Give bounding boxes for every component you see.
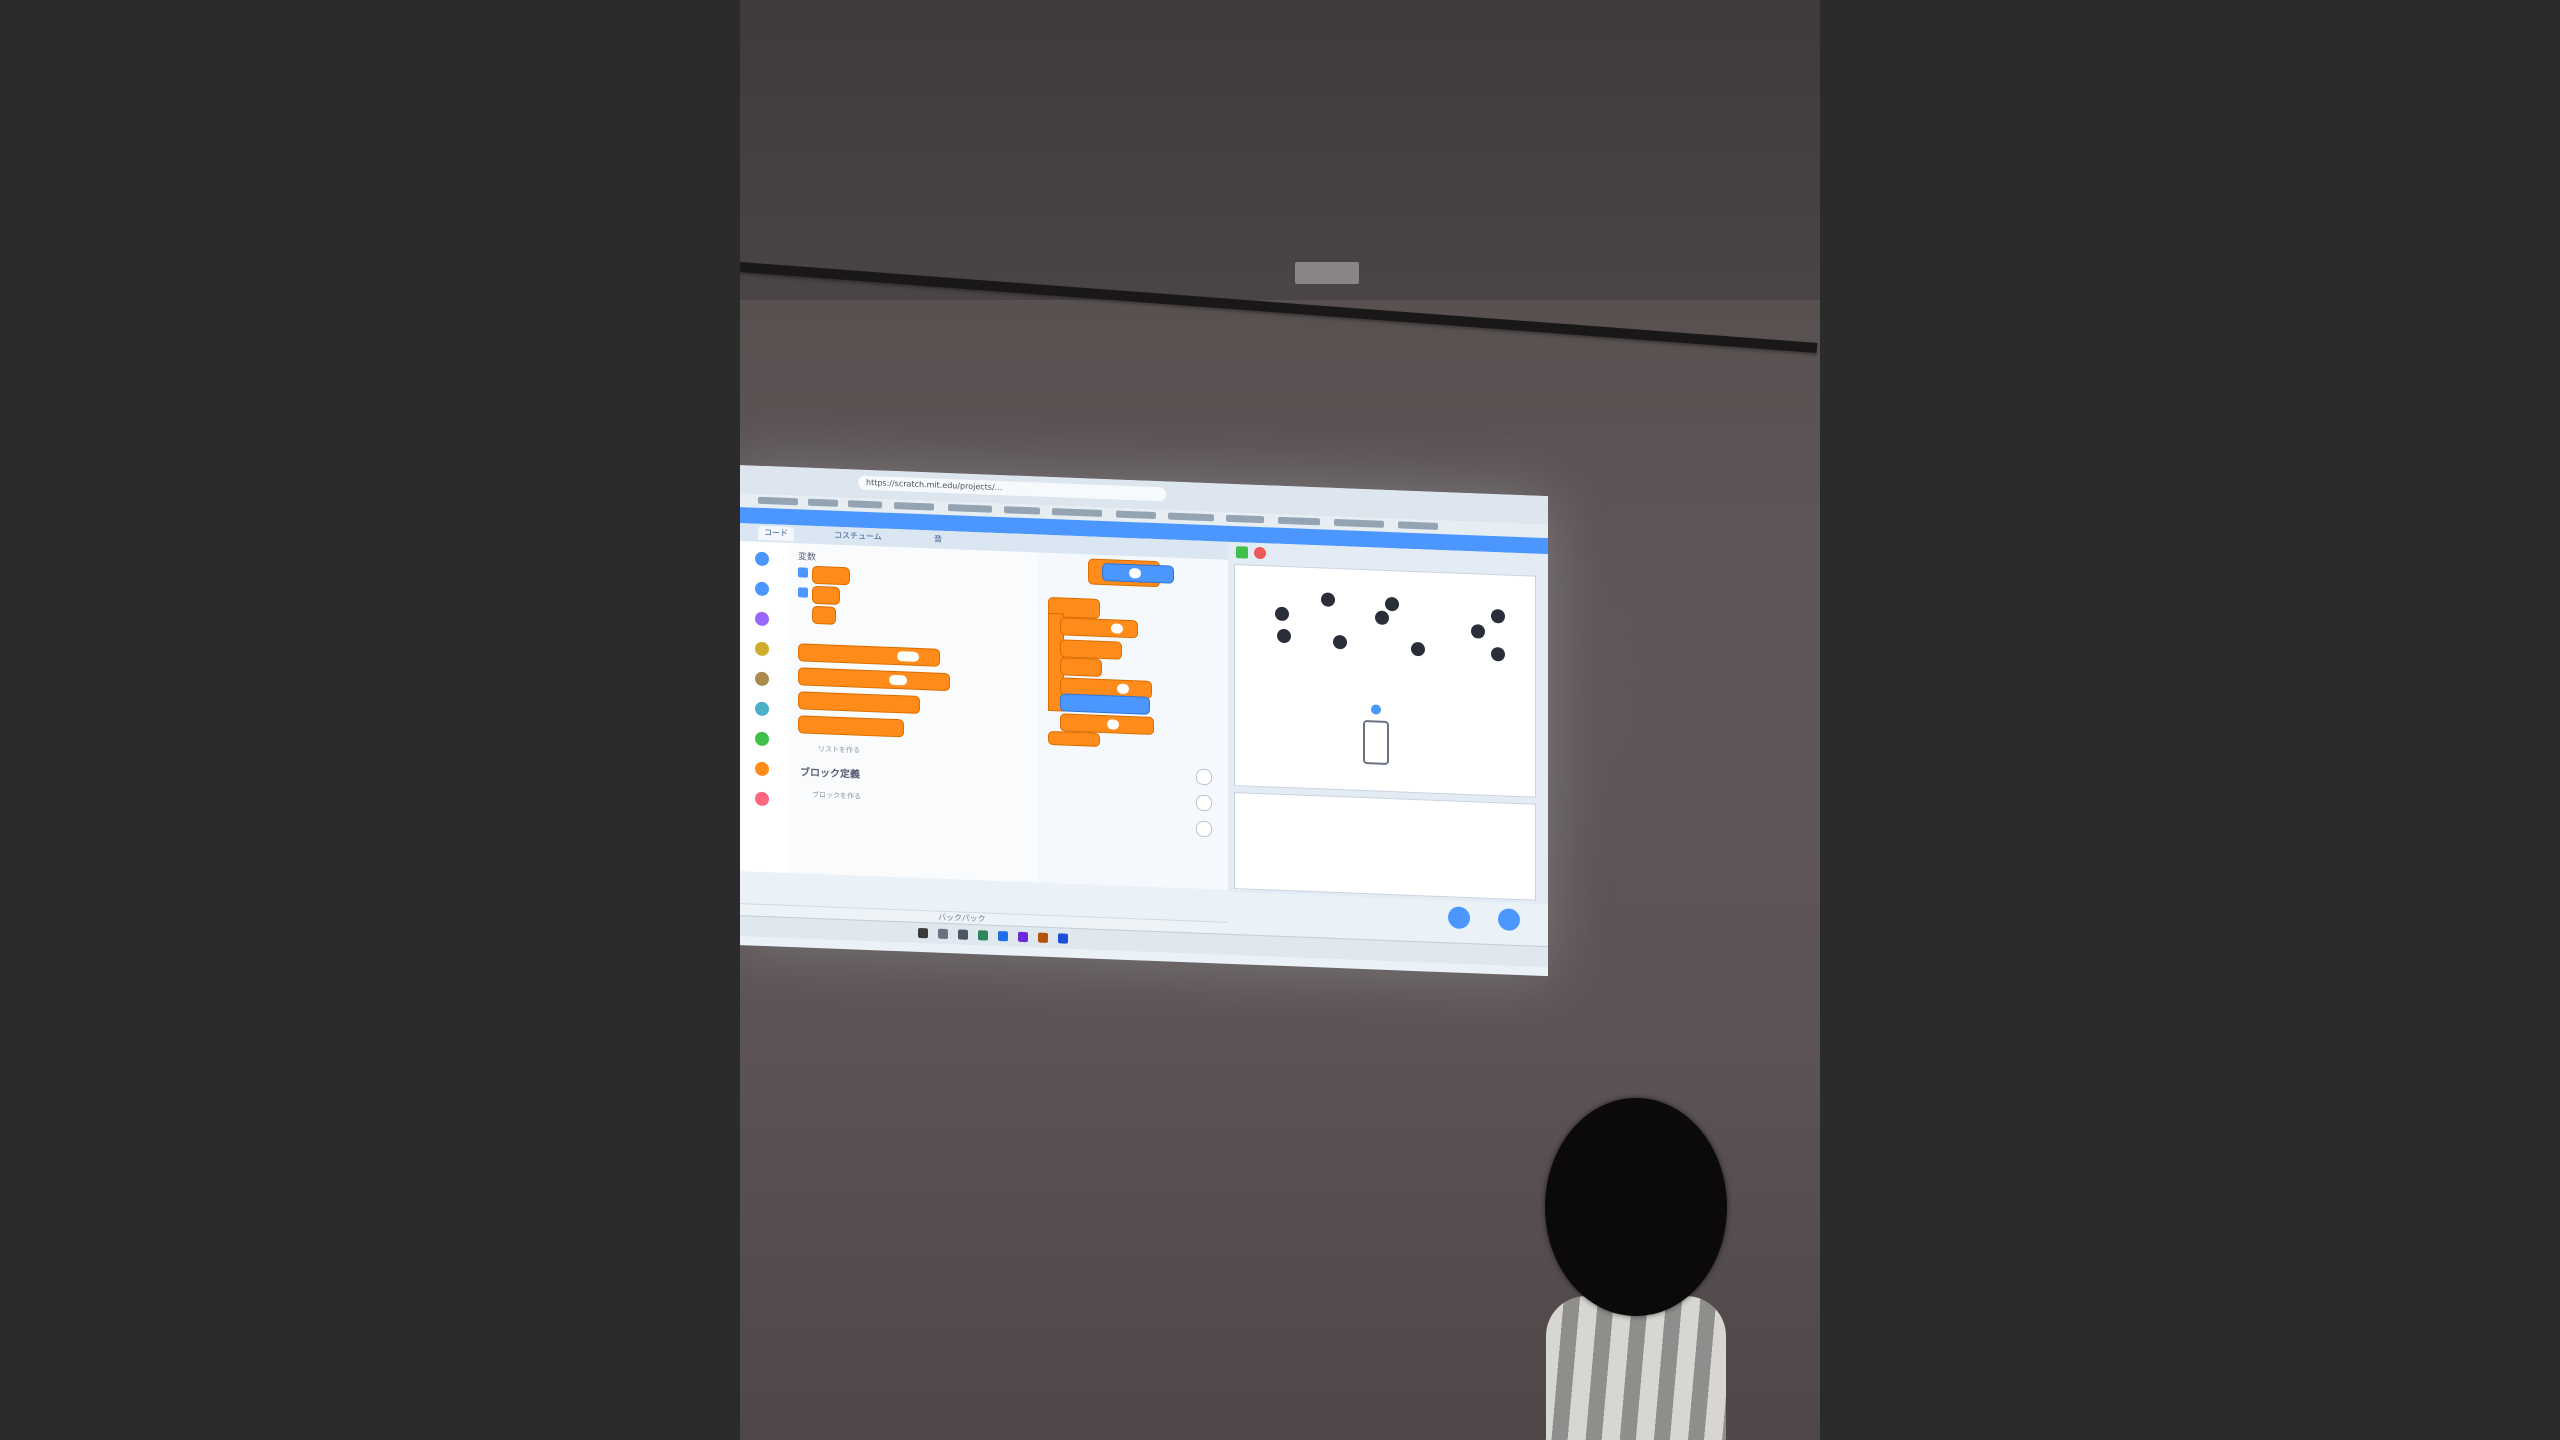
script-block[interactable] [1060, 657, 1102, 677]
zoom-out-icon[interactable] [1196, 794, 1212, 812]
zoom-reset-icon[interactable] [1196, 820, 1212, 838]
category-control[interactable] [755, 671, 769, 687]
stage-area [1228, 541, 1548, 905]
category-operators[interactable] [755, 731, 769, 747]
category-column [740, 541, 789, 873]
category-motion[interactable] [755, 551, 769, 567]
tab-code[interactable]: コード [758, 525, 794, 542]
make-list-button[interactable]: リストを作る [818, 744, 860, 756]
variable-checkbox[interactable] [798, 587, 808, 598]
player-sprite[interactable] [1363, 720, 1389, 766]
category-looks[interactable] [755, 581, 769, 597]
show-variable-block[interactable] [798, 691, 920, 714]
category-sound[interactable] [755, 611, 769, 627]
ball-sprite[interactable] [1375, 610, 1389, 626]
small-sprite[interactable] [1371, 704, 1381, 715]
category-events[interactable] [755, 641, 769, 657]
app-icon[interactable] [978, 930, 988, 941]
script-block[interactable] [1060, 617, 1138, 639]
ball-sprite[interactable] [1491, 646, 1505, 662]
ball-sprite[interactable] [1471, 624, 1485, 639]
app-icon[interactable] [1018, 931, 1028, 943]
variable-checkbox[interactable] [798, 567, 808, 578]
category-my-blocks[interactable] [755, 791, 769, 807]
stop-icon[interactable] [1254, 546, 1266, 560]
add-backdrop-icon[interactable] [1498, 908, 1520, 932]
category-sensing[interactable] [755, 701, 769, 717]
add-sprite-icon[interactable] [1448, 906, 1470, 930]
make-block-button[interactable]: ブロックを作る [812, 790, 861, 802]
variable-block[interactable] [812, 605, 836, 625]
my-blocks-heading: ブロック定義 [800, 767, 860, 781]
person-shirt [1546, 1296, 1726, 1440]
stage[interactable] [1234, 564, 1536, 798]
palette-title: 変数 [798, 552, 817, 563]
hide-variable-block[interactable] [798, 715, 904, 738]
ball-sprite[interactable] [1275, 606, 1289, 622]
person-head-obscured [1545, 1098, 1727, 1316]
app-icon[interactable] [998, 930, 1008, 942]
c-block-foot [1048, 730, 1100, 747]
ceiling-fixture [1295, 262, 1359, 284]
url-bar: https://scratch.mit.edu/projects/... [858, 475, 1166, 502]
change-variable-block[interactable] [798, 667, 950, 692]
zoom-in-icon[interactable] [1196, 768, 1212, 786]
script-block[interactable] [1060, 639, 1122, 660]
ball-sprite[interactable] [1321, 592, 1335, 607]
projected-scratch-editor: https://scratch.mit.edu/projects/... コード… [740, 465, 1548, 977]
variable-block[interactable] [812, 565, 850, 586]
letterbox-left [0, 0, 740, 1440]
ball-sprite[interactable] [1411, 641, 1425, 657]
browser-icon[interactable] [1058, 933, 1068, 944]
sprite-info-panel [1234, 792, 1536, 901]
ball-sprite[interactable] [1385, 596, 1399, 612]
search-icon[interactable] [938, 928, 948, 940]
variable-block[interactable] [812, 585, 840, 605]
room-photo: https://scratch.mit.edu/projects/... コード… [740, 0, 1820, 1440]
ball-sprite[interactable] [1491, 608, 1505, 624]
app-icon[interactable] [1038, 932, 1048, 943]
script-block[interactable] [1060, 693, 1150, 715]
letterbox-right [1820, 0, 2560, 1440]
ceiling [740, 0, 1820, 300]
ball-sprite[interactable] [1333, 634, 1347, 650]
ball-sprite[interactable] [1277, 628, 1291, 644]
taskview-icon[interactable] [958, 929, 968, 940]
tab-costumes[interactable]: コスチューム [828, 528, 888, 544]
start-icon[interactable] [918, 927, 928, 939]
green-flag-icon[interactable] [1236, 546, 1248, 559]
tab-sounds[interactable]: 音 [928, 532, 948, 547]
block-palette: 変数 リストを作る ブロック定義 ブロックを作る [788, 542, 1039, 883]
projected-screen: https://scratch.mit.edu/projects/... コード… [740, 465, 1548, 977]
set-variable-block[interactable] [798, 643, 940, 667]
script-block[interactable] [1102, 562, 1174, 584]
script-workspace[interactable] [1038, 552, 1228, 890]
category-variables[interactable] [755, 761, 769, 777]
